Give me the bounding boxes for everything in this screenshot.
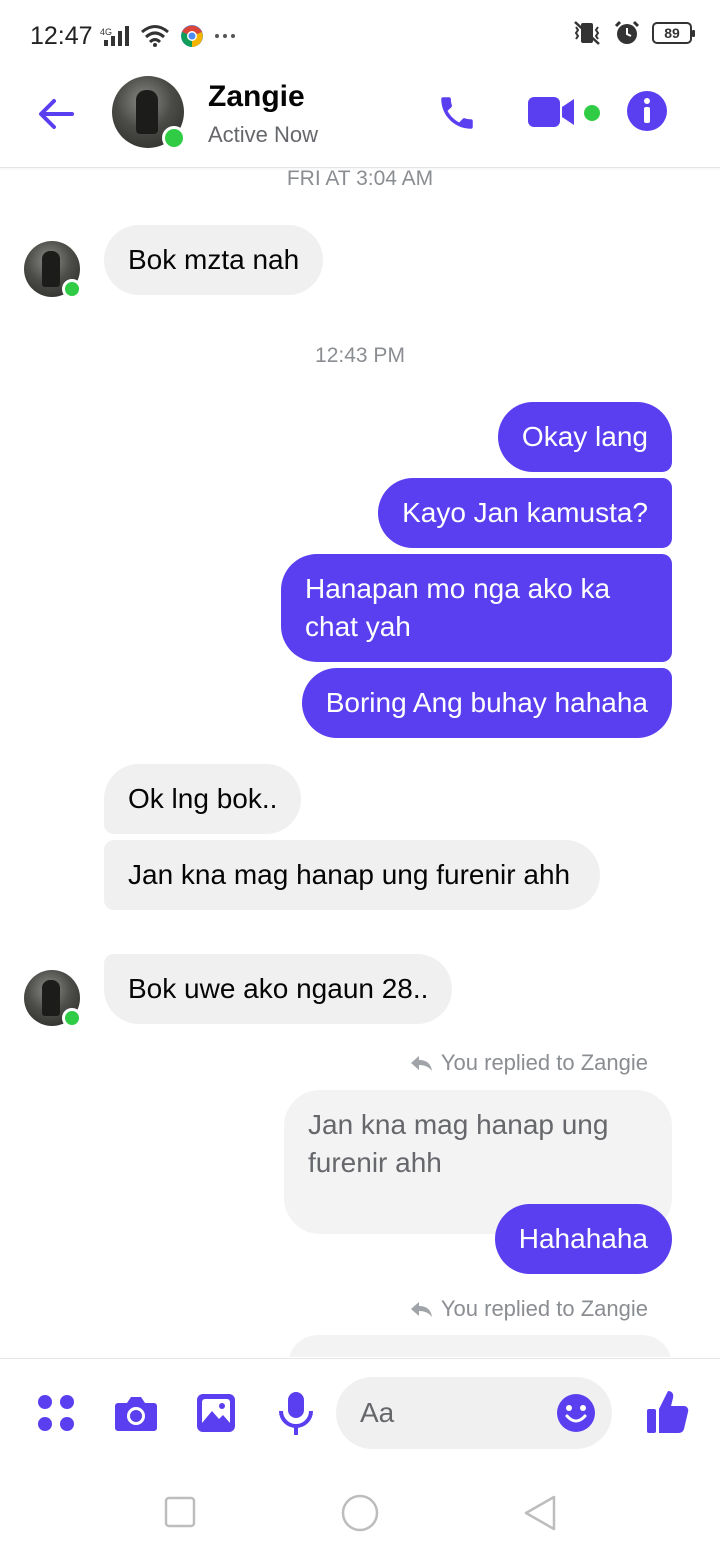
- video-camera-icon[interactable]: [528, 94, 578, 130]
- reply-indicator: You replied to Zangie: [409, 1296, 648, 1322]
- camera-icon[interactable]: [114, 1393, 158, 1433]
- conversation-header: Zangie Active Now: [0, 72, 720, 168]
- online-indicator: [62, 1008, 82, 1028]
- status-right-icons: 89: [572, 20, 695, 46]
- outgoing-message[interactable]: Okay lang: [497, 402, 672, 472]
- status-time: 12:47: [30, 22, 93, 50]
- reply-arrow-icon: [410, 1056, 432, 1071]
- message-input[interactable]: [360, 1393, 540, 1433]
- gallery-icon[interactable]: [196, 1393, 236, 1433]
- outgoing-message[interactable]: Hahahaha: [494, 1204, 672, 1274]
- home-circle-icon[interactable]: [340, 1493, 380, 1533]
- online-indicator: [62, 279, 82, 299]
- phone-icon[interactable]: [436, 92, 478, 134]
- system-nav-bar: [0, 1468, 720, 1560]
- timestamp: FRI AT 3:04 AM: [286, 169, 434, 190]
- reply-arrow-icon: [410, 1302, 432, 1317]
- incoming-message[interactable]: Bok uwe ako ngaun 28..: [104, 954, 453, 1024]
- back-triangle-icon[interactable]: [522, 1494, 558, 1532]
- more-dots-icon: [215, 34, 235, 38]
- online-indicator: [162, 126, 186, 150]
- microphone-icon[interactable]: [276, 1391, 316, 1437]
- signal-icon: 4G: [100, 26, 129, 46]
- incoming-message[interactable]: Bok mzta nah: [104, 225, 324, 295]
- message-input-container[interactable]: [336, 1377, 612, 1449]
- wifi-icon: [141, 25, 169, 47]
- outgoing-message[interactable]: Boring Ang buhay hahaha: [301, 668, 672, 738]
- apps-grid-icon[interactable]: [36, 1393, 76, 1433]
- active-status: Active Now: [208, 122, 319, 147]
- status-left-icons: 4G: [100, 24, 236, 48]
- outgoing-message[interactable]: Kayo Jan kamusta?: [378, 478, 672, 548]
- back-arrow-icon[interactable]: [34, 92, 78, 136]
- reply-indicator: You replied to Zangie: [409, 1050, 648, 1076]
- status-bar: 12:47 4G 89: [0, 0, 720, 72]
- recents-square-icon[interactable]: [164, 1496, 196, 1528]
- incoming-message[interactable]: Ok lng bok..: [104, 764, 302, 834]
- svg-text:4G: 4G: [100, 27, 112, 37]
- incoming-message[interactable]: Jan kna mag hanap ung furenir ahh: [104, 840, 600, 910]
- vibrate-icon: [574, 21, 600, 45]
- reply-label: You replied to Zangie: [440, 1296, 648, 1321]
- timestamp: 12:43 PM: [315, 344, 405, 367]
- quoted-message-partial[interactable]: [288, 1335, 672, 1357]
- emoji-icon[interactable]: [556, 1393, 596, 1433]
- alarm-icon: [614, 20, 640, 44]
- thumbs-up-icon[interactable]: [646, 1389, 690, 1435]
- reply-label: You replied to Zangie: [440, 1050, 648, 1075]
- chrome-icon: [181, 25, 203, 47]
- video-online-dot: [584, 105, 600, 121]
- battery-icon: 89: [652, 22, 695, 44]
- info-icon[interactable]: [626, 90, 668, 132]
- contact-name[interactable]: Zangie: [208, 80, 305, 114]
- message-composer: [0, 1358, 720, 1468]
- outgoing-message[interactable]: Hanapan mo nga ako ka chat yah: [281, 554, 672, 662]
- message-list[interactable]: FRI AT 3:04 AM Bok mzta nah 12:43 PM Oka…: [0, 169, 720, 1357]
